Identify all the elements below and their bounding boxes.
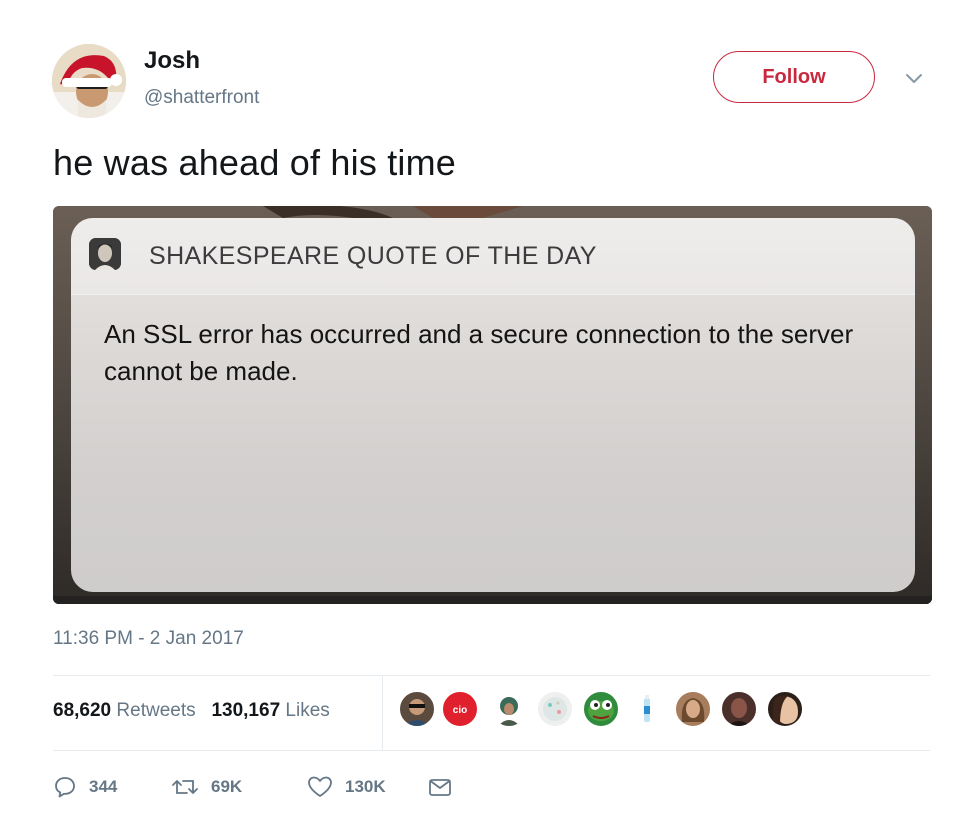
likes-stat[interactable]: 130,167 Likes xyxy=(211,700,329,721)
author-avatar[interactable] xyxy=(52,44,126,118)
retweet-button[interactable]: 69K xyxy=(171,770,242,804)
tweet-text: he was ahead of his time xyxy=(53,142,457,183)
liker-avatar[interactable] xyxy=(398,690,436,728)
retweets-label: Retweets xyxy=(116,700,196,721)
notification-message: An SSL error has occurred and a secure c… xyxy=(104,319,854,386)
tweet-media[interactable]: SHAKESPEARE QUOTE OF THE DAY An SSL erro… xyxy=(53,206,932,604)
liker-avatar[interactable] xyxy=(766,690,804,728)
stats-separator xyxy=(382,676,383,750)
retweets-count: 68,620 xyxy=(53,700,112,721)
liker-avatar[interactable] xyxy=(628,690,666,728)
notification-app-name: SHAKESPEARE QUOTE OF THE DAY xyxy=(149,242,597,270)
retweet-icon xyxy=(172,780,198,794)
notification-header: SHAKESPEARE QUOTE OF THE DAY xyxy=(71,218,915,295)
svg-text:cio: cio xyxy=(453,705,467,716)
shakespeare-app-icon xyxy=(89,238,121,270)
tweet-stats: 68,620 Retweets 130,167 Likes xyxy=(53,700,330,722)
likes-label: Likes xyxy=(285,700,330,721)
notification-card: SHAKESPEARE QUOTE OF THE DAY An SSL erro… xyxy=(71,218,915,592)
liker-avatar[interactable]: cio xyxy=(441,690,479,728)
reply-count: 344 xyxy=(89,777,118,796)
reply-button[interactable]: 344 xyxy=(53,770,117,804)
liker-avatar[interactable] xyxy=(674,690,712,728)
liker-avatar[interactable] xyxy=(582,690,620,728)
liker-avatar[interactable] xyxy=(720,690,758,728)
author-handle[interactable]: @shatterfront xyxy=(144,87,259,109)
likes-count: 130,167 xyxy=(211,700,281,721)
follow-button[interactable]: Follow xyxy=(713,51,875,103)
divider xyxy=(53,750,930,751)
author-name[interactable]: Josh xyxy=(144,47,200,75)
divider xyxy=(53,675,930,676)
caret-down-icon[interactable] xyxy=(902,66,926,90)
dm-icon xyxy=(429,779,451,796)
like-button[interactable]: 130K xyxy=(307,770,386,804)
like-count: 130K xyxy=(345,777,386,796)
liker-avatar[interactable] xyxy=(536,690,574,728)
dm-button[interactable] xyxy=(427,770,465,804)
retweets-stat[interactable]: 68,620 Retweets xyxy=(53,700,196,721)
tweet-timestamp[interactable]: 11:36 PM - 2 Jan 2017 xyxy=(53,628,244,650)
like-icon xyxy=(308,776,332,797)
retweet-count: 69K xyxy=(211,777,243,796)
liker-avatar[interactable] xyxy=(490,690,528,728)
reply-icon xyxy=(55,777,75,798)
